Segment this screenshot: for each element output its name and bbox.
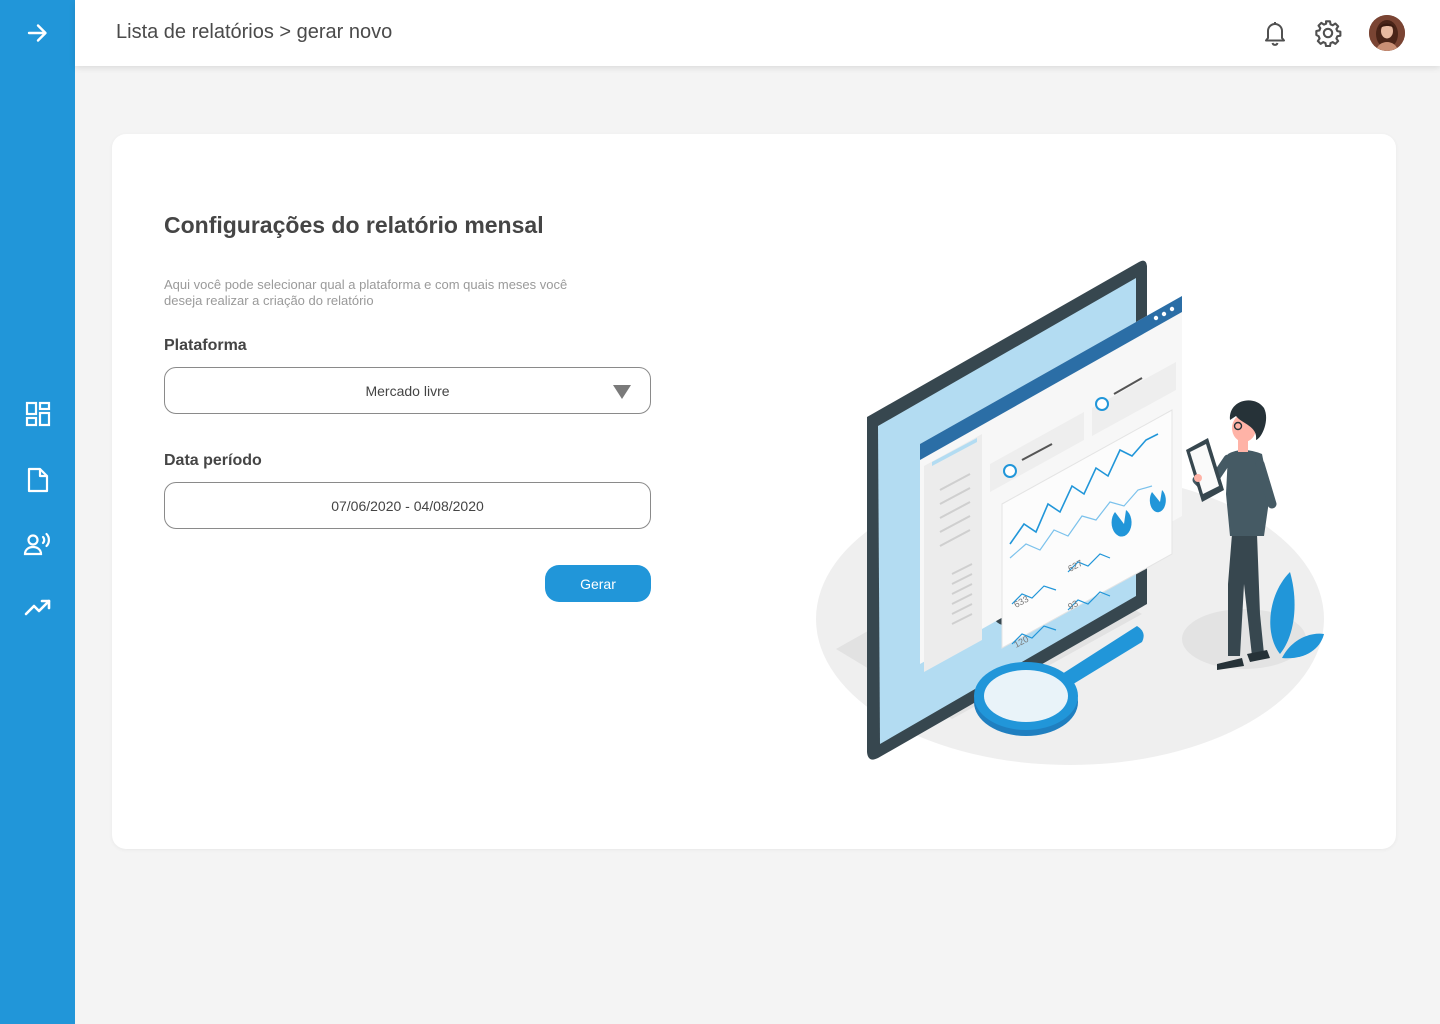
breadcrumb: Lista de relatórios > gerar novo <box>116 21 393 43</box>
sidebar-item-dashboard[interactable] <box>0 392 75 436</box>
sidebar <box>0 0 75 1024</box>
platform-select[interactable]: Mercado livre <box>164 367 651 414</box>
arrow-right-icon <box>27 24 47 42</box>
period-date-input[interactable] <box>164 482 651 529</box>
platform-label: Plataforma <box>164 337 247 354</box>
sidebar-item-trending[interactable] <box>0 586 75 630</box>
record-voice-icon <box>23 532 50 556</box>
trending-up-icon <box>24 599 50 616</box>
sidebar-item-reports[interactable] <box>0 458 75 502</box>
generate-button[interactable]: Gerar <box>545 565 651 602</box>
avatar-image <box>1369 15 1405 51</box>
chevron-down-icon <box>613 385 631 399</box>
analytics-illustration: 627 633 93 120 <box>816 260 1324 765</box>
settings-button[interactable] <box>1312 17 1344 49</box>
notifications-button[interactable] <box>1259 17 1291 49</box>
bell-icon <box>1265 22 1285 46</box>
period-label: Data período <box>164 452 262 469</box>
document-icon <box>27 467 48 493</box>
top-bar: Lista de relatórios > gerar novo <box>75 0 1440 66</box>
platform-select-value: Mercado livre <box>365 383 450 399</box>
sidebar-item-voice[interactable] <box>0 522 75 566</box>
sidebar-toggle-button[interactable] <box>0 11 75 55</box>
avatar[interactable] <box>1369 15 1405 51</box>
report-config-card: Configurações do relatório mensal Aqui v… <box>112 134 1396 849</box>
dashboard-icon <box>25 401 50 427</box>
gear-icon <box>1315 20 1342 47</box>
description-text: Aqui você pode selecionar qual a platafo… <box>164 277 568 308</box>
page-title: Configurações do relatório mensal <box>164 212 544 238</box>
